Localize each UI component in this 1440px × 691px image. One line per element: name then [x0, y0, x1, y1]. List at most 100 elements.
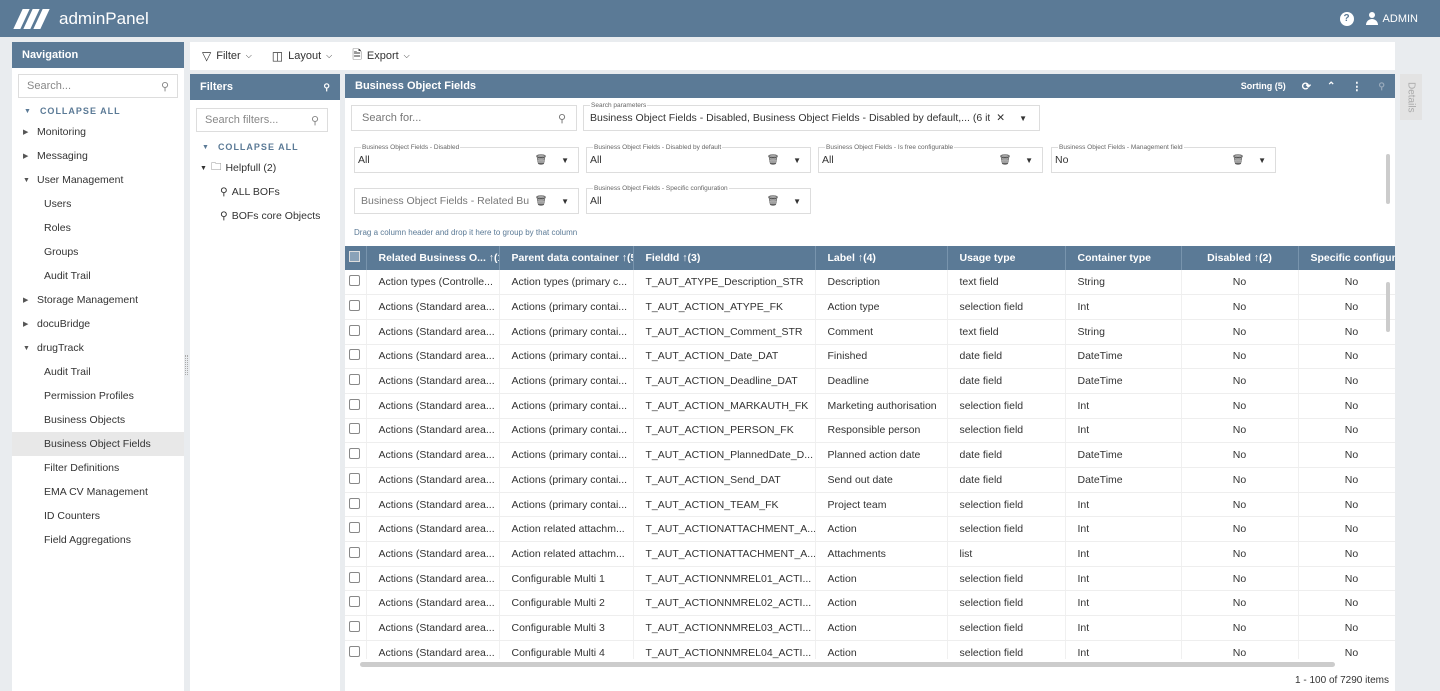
column-header[interactable]: Specific configuration: [1298, 246, 1395, 270]
grid-vertical-scrollbar[interactable]: [1386, 282, 1390, 332]
chevron-down-icon[interactable]: ▼: [793, 197, 801, 206]
column-header[interactable]: Parent data container ↑(5): [499, 246, 634, 270]
table-row[interactable]: Actions (Standard area... Actions (primar…: [345, 368, 1395, 394]
sidebar-item[interactable]: ID Counters: [12, 504, 184, 528]
details-tab[interactable]: Details: [1400, 74, 1422, 120]
sidebar-item[interactable]: ▶ Monitoring: [12, 120, 184, 144]
chevron-down-icon[interactable]: ▼: [1025, 156, 1033, 165]
row-checkbox[interactable]: [345, 516, 367, 543]
export-button[interactable]: 🗎 Export ⌵: [352, 46, 410, 67]
trash-icon[interactable]: 🗑: [765, 196, 781, 207]
grid-horizontal-scrollbar[interactable]: [360, 662, 1335, 667]
chevron-up-icon[interactable]: ⌃: [1327, 81, 1335, 92]
filter-field[interactable]: Business Object Fields - Specific config…: [586, 185, 811, 214]
sorting-button[interactable]: Sorting (5): [1241, 81, 1286, 91]
column-header[interactable]: Related Business O... ↑(1): [366, 246, 500, 270]
chevron-down-icon[interactable]: ▼: [1258, 156, 1266, 165]
trash-icon[interactable]: 🗑: [997, 155, 1013, 166]
help-icon[interactable]: ?: [1339, 11, 1354, 26]
sidebar-item[interactable]: Field Aggregations: [12, 528, 184, 552]
sidebar-item[interactable]: ▶ Messaging: [12, 144, 184, 168]
row-checkbox[interactable]: [345, 442, 367, 468]
sidebar-item[interactable]: Roles: [12, 216, 184, 240]
table-row[interactable]: Actions (Standard area... Actions (primar…: [345, 418, 1395, 444]
sidebar-item[interactable]: Users: [12, 192, 184, 216]
trash-icon[interactable]: 🗑: [765, 155, 781, 166]
column-header[interactable]: FieldId ↑(3): [633, 246, 816, 270]
search-parameters-field[interactable]: Search parameters Business Object Fields…: [583, 102, 1040, 131]
row-checkbox[interactable]: [345, 319, 367, 345]
select-all-checkbox[interactable]: [345, 246, 367, 270]
refresh-icon[interactable]: ⟳: [1302, 80, 1311, 93]
filter-field[interactable]: Business Object Fields - Is free configu…: [818, 144, 1043, 173]
user-menu[interactable]: ADMIN: [1365, 12, 1418, 25]
pin-icon[interactable]: ⚲: [323, 82, 330, 93]
row-checkbox[interactable]: [345, 393, 367, 419]
row-checkbox[interactable]: [345, 615, 367, 641]
row-checkbox[interactable]: [345, 294, 367, 320]
sidebar-item[interactable]: Audit Trail: [12, 360, 184, 384]
row-checkbox[interactable]: [345, 344, 367, 370]
trash-icon[interactable]: 🗑: [533, 155, 549, 166]
chevron-down-icon[interactable]: ▼: [561, 197, 569, 206]
table-row[interactable]: Actions (Standard area... Configurable Mu…: [345, 640, 1395, 659]
table-row[interactable]: Actions (Standard area... Actions (primar…: [345, 492, 1395, 518]
sidebar-item[interactable]: ▼ User Management: [12, 168, 184, 192]
filter-link-bofs-core[interactable]: ⚲ BOFs core Objects: [190, 204, 340, 228]
sidebar-item[interactable]: Filter Definitions: [12, 456, 184, 480]
row-checkbox[interactable]: [345, 467, 367, 493]
sidebar-item[interactable]: EMA CV Management: [12, 480, 184, 504]
row-checkbox[interactable]: [345, 492, 367, 518]
filter-folder[interactable]: ▼ 🗀 Helpfull (2): [190, 156, 340, 180]
group-drop-hint[interactable]: Drag a column header and drop it here to…: [354, 228, 577, 237]
column-header[interactable]: Label ↑(4): [815, 246, 948, 270]
filters-collapse-all[interactable]: ▼ COLLAPSE ALL: [190, 138, 340, 156]
table-row[interactable]: Actions (Standard area... Action related …: [345, 516, 1395, 543]
table-row[interactable]: Actions (Standard area... Actions (primar…: [345, 442, 1395, 468]
chevron-down-icon[interactable]: ▼: [793, 156, 801, 165]
row-checkbox[interactable]: [345, 541, 367, 567]
filter-search-input[interactable]: Search filters... ⚲: [196, 108, 328, 132]
filter-field[interactable]: Business Object Fields - Management fiel…: [1051, 144, 1276, 173]
row-checkbox[interactable]: [345, 418, 367, 444]
table-row[interactable]: Actions (Standard area... Configurable Mu…: [345, 566, 1395, 592]
sidebar-item[interactable]: Business Objects: [12, 408, 184, 432]
filters-scrollbar[interactable]: [1386, 154, 1390, 204]
table-row[interactable]: Actions (Standard area... Actions (primar…: [345, 294, 1395, 320]
nav-search-input[interactable]: Search... ⚲: [18, 74, 178, 98]
table-row[interactable]: Actions (Standard area... Actions (primar…: [345, 319, 1395, 345]
table-row[interactable]: Actions (Standard area... Actions (primar…: [345, 393, 1395, 419]
table-row[interactable]: Action types (Controlle... Action types (…: [345, 270, 1395, 296]
sidebar-item[interactable]: ▶ Storage Management: [12, 288, 184, 312]
filter-button[interactable]: ▽ Filter ⌵: [202, 49, 252, 63]
filter-link-all-bofs[interactable]: ⚲ ALL BOFs: [190, 180, 340, 204]
nav-collapse-all[interactable]: ▼ COLLAPSE ALL: [12, 102, 184, 120]
column-header[interactable]: Usage type: [947, 246, 1066, 270]
row-checkbox[interactable]: [345, 270, 367, 296]
filter-field[interactable]: Business Object Fields - Related Bu 🗑 ▼: [354, 188, 579, 214]
chevron-down-icon[interactable]: ▼: [561, 156, 569, 165]
row-checkbox[interactable]: [345, 640, 367, 659]
table-row[interactable]: Actions (Standard area... Configurable Mu…: [345, 615, 1395, 641]
panel-splitter[interactable]: [185, 355, 188, 375]
column-header[interactable]: Disabled ↑(2): [1181, 246, 1299, 270]
row-checkbox[interactable]: [345, 566, 367, 592]
more-icon[interactable]: ⋮: [1351, 80, 1362, 93]
sidebar-item[interactable]: ▼ drugTrack: [12, 336, 184, 360]
trash-icon[interactable]: 🗑: [1230, 155, 1246, 166]
chevron-down-icon[interactable]: ▼: [1019, 114, 1027, 123]
clear-icon[interactable]: ✕: [996, 112, 1005, 124]
table-row[interactable]: Actions (Standard area... Action related …: [345, 541, 1395, 567]
sidebar-item[interactable]: Audit Trail: [12, 264, 184, 288]
pin-icon[interactable]: ⚲: [1378, 81, 1385, 92]
sidebar-item[interactable]: Permission Profiles: [12, 384, 184, 408]
table-row[interactable]: Actions (Standard area... Configurable Mu…: [345, 590, 1395, 617]
trash-icon[interactable]: 🗑: [533, 196, 549, 207]
table-row[interactable]: Actions (Standard area... Actions (primar…: [345, 467, 1395, 493]
filter-field[interactable]: Business Object Fields - Disabled All 🗑 ▼: [354, 144, 579, 173]
sidebar-item[interactable]: Business Object Fields: [12, 432, 184, 456]
layout-button[interactable]: ◫ Layout ⌵: [272, 49, 332, 63]
column-header[interactable]: Container type: [1065, 246, 1182, 270]
filter-field[interactable]: Business Object Fields - Disabled by def…: [586, 144, 811, 173]
main-search-input[interactable]: Search for... ⚲: [351, 105, 577, 131]
